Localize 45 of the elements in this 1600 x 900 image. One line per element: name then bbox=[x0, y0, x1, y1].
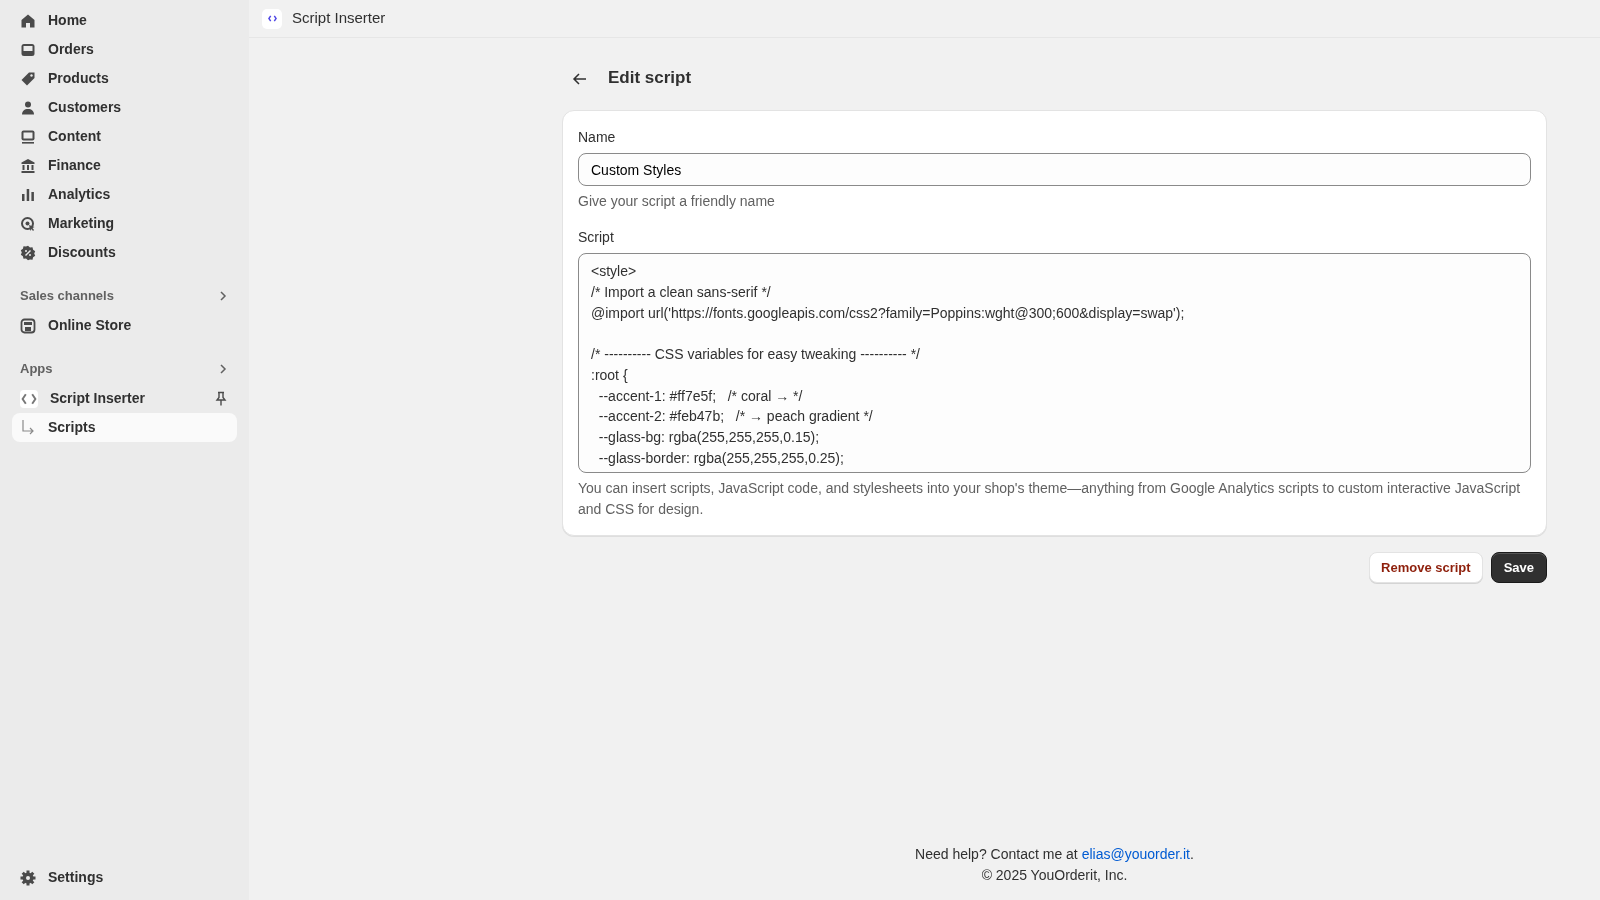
sidebar-item[interactable]: Script Inserter bbox=[12, 384, 237, 413]
copyright-text: © 2025 YouOrderit, Inc. bbox=[980, 866, 1129, 885]
remove-button[interactable]: Remove script bbox=[1369, 551, 1483, 584]
sidebar-item[interactable]: Online Store bbox=[12, 311, 237, 340]
help-text: Give your script a friendly name bbox=[578, 192, 776, 211]
home-icon bbox=[20, 12, 36, 29]
store-icon bbox=[20, 317, 36, 334]
sidebar-item[interactable]: Finance bbox=[12, 151, 237, 180]
percent-badge-icon bbox=[20, 244, 36, 261]
field-label: Name bbox=[578, 128, 617, 147]
settings-icon bbox=[20, 869, 36, 886]
chevron-right-icon bbox=[217, 290, 229, 302]
sidebar-item[interactable]: Home bbox=[12, 6, 237, 35]
help-text: Need help? Contact me at elias@youorder.it. bbox=[914, 845, 1195, 864]
name-field[interactable]: Custom Styles bbox=[578, 153, 1531, 186]
chevron-right-icon bbox=[217, 363, 229, 375]
person-icon bbox=[20, 99, 36, 116]
bar-chart-icon bbox=[20, 186, 36, 203]
bank-icon bbox=[20, 157, 36, 174]
arrow-left-icon bbox=[572, 70, 588, 87]
tree-connector-icon bbox=[20, 419, 36, 436]
inbox-icon bbox=[20, 41, 36, 58]
code-icon bbox=[262, 8, 282, 29]
tag-icon bbox=[20, 70, 36, 87]
sidebar-item[interactable]: Content bbox=[12, 122, 237, 151]
image-monitor-icon bbox=[20, 128, 36, 145]
sidebar-item[interactable]: Analytics bbox=[12, 180, 237, 209]
save-button[interactable]: Save bbox=[1490, 551, 1547, 584]
script-field[interactable]: <style> /* Import a clean sans-serif */ @import url('https://fonts.googleapis.com/css2?family=Poppins:wght@300;600&display=swap'); /* ---------- CSS variables for easy tweaking ---------- */ :root { --accent-1: #ff7e5f; /* coral → */ --accent-2: #feb47b; /* → peach gradient */ --glass-bg: rgba(255,255,255,0.15); --glass-border: rgba(255,255,255,0.25); bbox=[578, 253, 1531, 474]
sidebar-item[interactable]: Customers bbox=[12, 93, 237, 122]
email-link[interactable]: elias@youorder.it bbox=[1081, 846, 1190, 862]
sidebar-item[interactable]: Discounts bbox=[12, 238, 237, 267]
sidebar-item[interactable]: Settings bbox=[12, 863, 237, 892]
page-title: Edit script bbox=[608, 67, 692, 89]
code-icon bbox=[20, 389, 38, 408]
section-heading: Sales channels bbox=[20, 287, 114, 306]
field-label: Script bbox=[578, 228, 615, 248]
app-title: Script Inserter bbox=[292, 8, 386, 29]
help-text: You can insert scripts, JavaScript code, and stylesheets into your shop's theme—anything from Google Analytics scripts to custom interactive JavaScript and CSS for design. bbox=[578, 479, 1522, 519]
sidebar-item[interactable]: Scripts bbox=[12, 413, 237, 442]
sidebar-item[interactable]: Orders bbox=[12, 35, 237, 64]
sidebar-item[interactable]: Products bbox=[12, 64, 237, 93]
section-heading: Apps bbox=[20, 360, 53, 379]
target-cursor-icon bbox=[20, 215, 36, 232]
sidebar-item[interactable]: Marketing bbox=[12, 209, 237, 238]
